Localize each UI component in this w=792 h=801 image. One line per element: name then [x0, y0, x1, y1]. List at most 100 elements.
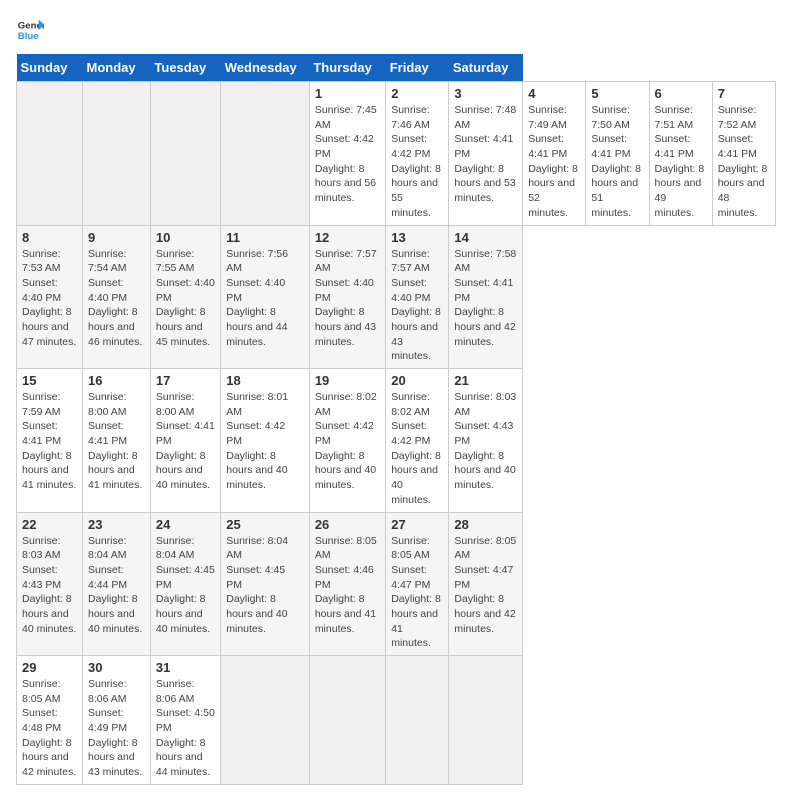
week-row-5: 29 Sunrise: 8:05 AMSunset: 4:48 PMDayligh… — [17, 656, 776, 785]
calendar-cell: 28 Sunrise: 8:05 AMSunset: 4:47 PMDayligh… — [449, 512, 523, 656]
day-number: 24 — [156, 517, 215, 532]
day-info: Sunrise: 7:57 AMSunset: 4:40 PMDaylight:… — [391, 247, 443, 365]
calendar-cell: 26 Sunrise: 8:05 AMSunset: 4:46 PMDayligh… — [309, 512, 385, 656]
calendar-cell: 6Sunrise: 7:51 AMSunset: 4:41 PMDaylight… — [649, 82, 712, 226]
day-number: 7 — [718, 86, 770, 101]
calendar-cell — [82, 82, 150, 226]
day-info: Sunrise: 8:05 AMSunset: 4:47 PMDaylight:… — [391, 534, 443, 652]
calendar-cell: 17Sunrise: 8:00 AMSunset: 4:41 PMDayligh… — [150, 369, 220, 513]
day-info: Sunrise: 8:02 AMSunset: 4:42 PMDaylight:… — [315, 390, 380, 493]
day-info: Sunrise: 7:58 AMSunset: 4:41 PMDaylight:… — [454, 247, 517, 350]
day-info: Sunrise: 8:04 AMSunset: 4:45 PMDaylight:… — [156, 534, 215, 637]
day-number: 2 — [391, 86, 443, 101]
day-info: Sunrise: 8:06 AMSunset: 4:49 PMDaylight:… — [88, 677, 145, 780]
day-info: Sunrise: 7:50 AMSunset: 4:41 PMDaylight:… — [591, 103, 643, 221]
page-header: General Blue — [16, 16, 776, 44]
day-number: 31 — [156, 660, 215, 675]
day-number: 29 — [22, 660, 77, 675]
calendar-cell: 24 Sunrise: 8:04 AMSunset: 4:45 PMDayligh… — [150, 512, 220, 656]
calendar-cell: 25 Sunrise: 8:04 AMSunset: 4:45 PMDayligh… — [221, 512, 310, 656]
day-info: Sunrise: 7:52 AMSunset: 4:41 PMDaylight:… — [718, 103, 770, 221]
day-number: 3 — [454, 86, 517, 101]
day-number: 17 — [156, 373, 215, 388]
day-info: Sunrise: 7:48 AMSunset: 4:41 PMDaylight:… — [454, 103, 517, 206]
col-header-saturday: Saturday — [449, 54, 523, 82]
day-info: Sunrise: 7:53 AMSunset: 4:40 PMDaylight:… — [22, 247, 77, 350]
day-number: 13 — [391, 230, 443, 245]
day-info: Sunrise: 7:56 AMSunset: 4:40 PMDaylight:… — [226, 247, 304, 350]
calendar-cell: 21Sunrise: 8:03 AMSunset: 4:43 PMDayligh… — [449, 369, 523, 513]
calendar-cell — [309, 656, 385, 785]
col-header-friday: Friday — [386, 54, 449, 82]
column-headers: SundayMondayTuesdayWednesdayThursdayFrid… — [17, 54, 776, 82]
day-number: 27 — [391, 517, 443, 532]
day-number: 4 — [528, 86, 580, 101]
col-header-sunday: Sunday — [17, 54, 83, 82]
day-info: Sunrise: 8:00 AMSunset: 4:41 PMDaylight:… — [88, 390, 145, 493]
calendar-cell: 2 Sunrise: 7:46 AMSunset: 4:42 PMDaylight… — [386, 82, 449, 226]
day-number: 26 — [315, 517, 380, 532]
day-info: Sunrise: 8:04 AMSunset: 4:44 PMDaylight:… — [88, 534, 145, 637]
col-header-monday: Monday — [82, 54, 150, 82]
day-info: Sunrise: 8:06 AMSunset: 4:50 PMDaylight:… — [156, 677, 215, 780]
day-number: 30 — [88, 660, 145, 675]
day-number: 20 — [391, 373, 443, 388]
day-info: Sunrise: 7:46 AMSunset: 4:42 PMDaylight:… — [391, 103, 443, 221]
day-number: 18 — [226, 373, 304, 388]
day-number: 23 — [88, 517, 145, 532]
week-row-4: 22Sunrise: 8:03 AMSunset: 4:43 PMDayligh… — [17, 512, 776, 656]
day-info: Sunrise: 8:04 AMSunset: 4:45 PMDaylight:… — [226, 534, 304, 637]
calendar-cell: 10Sunrise: 7:55 AMSunset: 4:40 PMDayligh… — [150, 225, 220, 369]
calendar-cell: 18 Sunrise: 8:01 AMSunset: 4:42 PMDayligh… — [221, 369, 310, 513]
day-info: Sunrise: 8:03 AMSunset: 4:43 PMDaylight:… — [454, 390, 517, 493]
day-info: Sunrise: 8:01 AMSunset: 4:42 PMDaylight:… — [226, 390, 304, 493]
day-info: Sunrise: 7:49 AMSunset: 4:41 PMDaylight:… — [528, 103, 580, 221]
day-info: Sunrise: 8:02 AMSunset: 4:42 PMDaylight:… — [391, 390, 443, 508]
calendar-cell: 4 Sunrise: 7:49 AMSunset: 4:41 PMDaylight… — [523, 82, 586, 226]
calendar-cell: 20 Sunrise: 8:02 AMSunset: 4:42 PMDayligh… — [386, 369, 449, 513]
calendar-cell: 12 Sunrise: 7:57 AMSunset: 4:40 PMDayligh… — [309, 225, 385, 369]
calendar-cell: 19Sunrise: 8:02 AMSunset: 4:42 PMDayligh… — [309, 369, 385, 513]
day-info: Sunrise: 7:57 AMSunset: 4:40 PMDaylight:… — [315, 247, 380, 350]
calendar-cell: 3 Sunrise: 7:48 AMSunset: 4:41 PMDaylight… — [449, 82, 523, 226]
calendar-cell: 8 Sunrise: 7:53 AMSunset: 4:40 PMDaylight… — [17, 225, 83, 369]
logo: General Blue — [16, 16, 44, 44]
day-info: Sunrise: 8:03 AMSunset: 4:43 PMDaylight:… — [22, 534, 77, 637]
day-number: 8 — [22, 230, 77, 245]
week-row-3: 15Sunrise: 7:59 AMSunset: 4:41 PMDayligh… — [17, 369, 776, 513]
day-number: 9 — [88, 230, 145, 245]
calendar-cell: 23 Sunrise: 8:04 AMSunset: 4:44 PMDayligh… — [82, 512, 150, 656]
day-number: 15 — [22, 373, 77, 388]
day-number: 1 — [315, 86, 380, 101]
day-number: 12 — [315, 230, 380, 245]
calendar-cell: 5Sunrise: 7:50 AMSunset: 4:41 PMDaylight… — [586, 82, 649, 226]
logo-icon: General Blue — [16, 16, 44, 44]
col-header-wednesday: Wednesday — [221, 54, 310, 82]
svg-text:Blue: Blue — [18, 31, 39, 42]
calendar-cell — [449, 656, 523, 785]
calendar-cell — [221, 82, 310, 226]
calendar-cell: 14Sunrise: 7:58 AMSunset: 4:41 PMDayligh… — [449, 225, 523, 369]
calendar-cell: 22Sunrise: 8:03 AMSunset: 4:43 PMDayligh… — [17, 512, 83, 656]
calendar-cell — [221, 656, 310, 785]
day-number: 11 — [226, 230, 304, 245]
week-row-2: 8 Sunrise: 7:53 AMSunset: 4:40 PMDaylight… — [17, 225, 776, 369]
calendar-cell: 15Sunrise: 7:59 AMSunset: 4:41 PMDayligh… — [17, 369, 83, 513]
calendar-cell: 13 Sunrise: 7:57 AMSunset: 4:40 PMDayligh… — [386, 225, 449, 369]
day-info: Sunrise: 8:05 AMSunset: 4:48 PMDaylight:… — [22, 677, 77, 780]
day-info: Sunrise: 8:05 AMSunset: 4:46 PMDaylight:… — [315, 534, 380, 637]
day-number: 25 — [226, 517, 304, 532]
day-info: Sunrise: 7:45 AMSunset: 4:42 PMDaylight:… — [315, 103, 380, 206]
day-info: Sunrise: 7:51 AMSunset: 4:41 PMDaylight:… — [655, 103, 707, 221]
calendar-cell: 7 Sunrise: 7:52 AMSunset: 4:41 PMDaylight… — [712, 82, 775, 226]
calendar-cell: 29 Sunrise: 8:05 AMSunset: 4:48 PMDayligh… — [17, 656, 83, 785]
calendar-cell: 16Sunrise: 8:00 AMSunset: 4:41 PMDayligh… — [82, 369, 150, 513]
day-number: 28 — [454, 517, 517, 532]
day-number: 10 — [156, 230, 215, 245]
day-info: Sunrise: 8:05 AMSunset: 4:47 PMDaylight:… — [454, 534, 517, 637]
calendar-cell — [386, 656, 449, 785]
calendar-cell: 1 Sunrise: 7:45 AMSunset: 4:42 PMDaylight… — [309, 82, 385, 226]
day-info: Sunrise: 7:54 AMSunset: 4:40 PMDaylight:… — [88, 247, 145, 350]
calendar-cell: 11 Sunrise: 7:56 AMSunset: 4:40 PMDayligh… — [221, 225, 310, 369]
calendar-cell: 9 Sunrise: 7:54 AMSunset: 4:40 PMDaylight… — [82, 225, 150, 369]
